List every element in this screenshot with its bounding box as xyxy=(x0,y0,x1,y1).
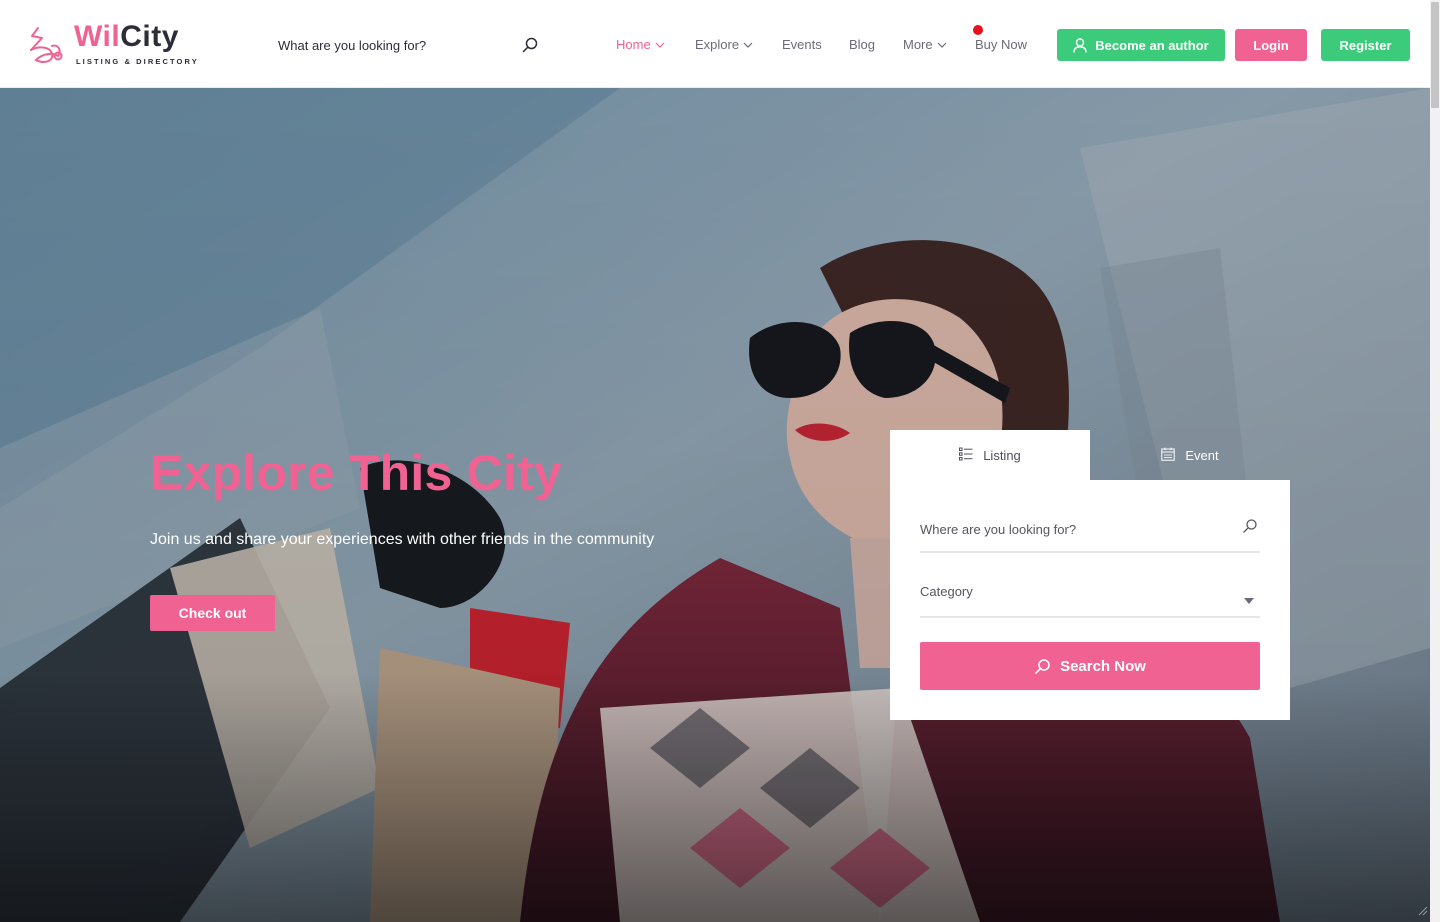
logo-word-city: City xyxy=(120,20,179,53)
resize-grip-icon xyxy=(1418,906,1428,916)
login-button[interactable]: Login xyxy=(1235,29,1307,61)
chevron-down-icon xyxy=(655,42,665,48)
hero-subtitle: Join us and share your experiences with … xyxy=(150,531,655,548)
nav-item-explore[interactable]: Explore xyxy=(695,37,753,52)
chevron-down-icon xyxy=(743,42,753,48)
category-select[interactable]: Category xyxy=(920,578,1260,618)
logo-wordmark: WilCity xyxy=(74,20,179,54)
logo-word-wil: Wil xyxy=(74,20,121,53)
nav-item-home[interactable]: Home xyxy=(616,37,665,52)
search-panel: Category Search Now xyxy=(890,480,1290,720)
check-out-label: Check out xyxy=(178,605,247,621)
list-icon xyxy=(959,447,973,461)
become-author-label: Become an author xyxy=(1095,37,1209,53)
nav-item-buy-now[interactable]: Buy Now xyxy=(975,37,1027,52)
site-logo[interactable]: WilCity LISTING & DIRECTORY xyxy=(28,20,197,68)
nav-item-more[interactable]: More xyxy=(903,37,947,52)
nav-item-home-label: Home xyxy=(616,37,651,52)
search-icon[interactable] xyxy=(1242,518,1258,534)
user-icon xyxy=(1073,37,1087,53)
page-scrollbar[interactable] xyxy=(1430,0,1440,922)
notification-dot xyxy=(973,25,983,35)
logo-mark-icon xyxy=(30,27,63,63)
tab-event[interactable]: Event xyxy=(1090,430,1290,480)
become-author-button[interactable]: Become an author xyxy=(1057,29,1225,61)
nav-item-blog[interactable]: Blog xyxy=(849,37,875,52)
where-field xyxy=(920,513,1260,553)
caret-down-icon xyxy=(1244,598,1254,604)
tab-listing-label: Listing xyxy=(983,447,1021,463)
chevron-down-icon xyxy=(937,42,947,48)
nav-item-blog-label: Blog xyxy=(849,37,876,52)
login-label: Login xyxy=(1253,37,1289,53)
hero-title: Explore This City xyxy=(150,445,562,501)
site-header: WilCity LISTING & DIRECTORY Home Explore… xyxy=(0,0,1430,88)
register-button[interactable]: Register xyxy=(1321,29,1410,61)
search-now-label: Search Now xyxy=(1060,657,1146,675)
register-label: Register xyxy=(1339,37,1392,53)
calendar-icon xyxy=(1161,447,1176,461)
nav-item-buy-now-label: Buy Now xyxy=(975,37,1028,52)
tab-event-label: Event xyxy=(1185,447,1219,463)
nav-item-more-label: More xyxy=(903,37,933,52)
category-select-value: Category xyxy=(920,584,973,599)
nav-item-events[interactable]: Events xyxy=(782,37,822,52)
search-now-button[interactable]: Search Now xyxy=(920,642,1260,690)
scrollbar-thumb[interactable] xyxy=(1431,2,1439,108)
tab-listing[interactable]: Listing xyxy=(890,430,1090,480)
nav-item-events-label: Events xyxy=(782,37,822,52)
header-search xyxy=(278,34,540,56)
logo-tagline: LISTING & DIRECTORY xyxy=(76,57,199,66)
search-icon xyxy=(1035,658,1050,674)
nav-item-explore-label: Explore xyxy=(695,37,740,52)
search-icon[interactable] xyxy=(521,36,539,54)
check-out-button[interactable]: Check out xyxy=(150,595,275,631)
where-input[interactable] xyxy=(920,519,1230,539)
header-search-input[interactable] xyxy=(278,34,508,56)
hero-section: Explore This City Join us and share your… xyxy=(0,88,1430,922)
